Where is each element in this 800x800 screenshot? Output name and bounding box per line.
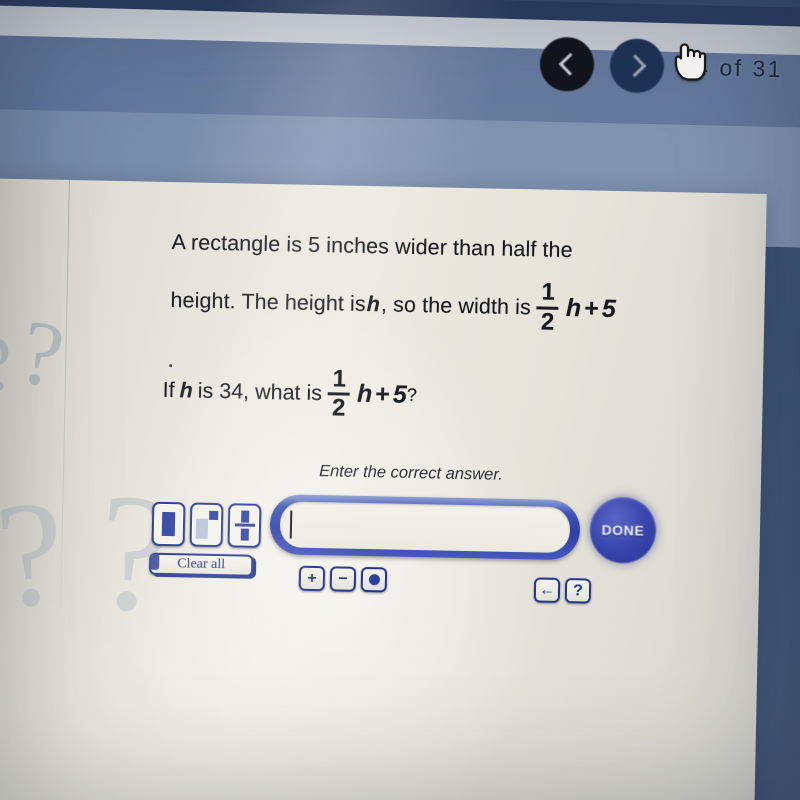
expression-variable: h [356,380,373,409]
clear-all-label: Clear all [177,556,226,573]
expression-operator: + [375,380,391,409]
previous-page-button[interactable] [539,36,595,92]
clear-all-button[interactable]: Clear all [148,552,254,577]
question-text-1: If [162,378,175,403]
pagination-controls: 24 of 31 [539,33,800,102]
variable-h: h [366,291,381,316]
answer-input[interactable] [279,501,571,554]
minus-icon: − [338,569,348,588]
text-caret [289,510,293,539]
instruction-label: Enter the correct answer. [318,462,503,484]
expression-constant: 5 [392,381,408,410]
math-template-palette [151,501,262,548]
chevron-right-icon [623,54,646,78]
expression-h-plus-5: h+5 [357,380,407,410]
done-button[interactable]: DONE [589,496,657,564]
plus-key[interactable]: + [298,565,326,592]
answer-field-container[interactable] [269,494,581,561]
lesson-content-card: ? ? ? ? A rectangle is 5 inches wider th… [0,178,767,800]
variable-h: h [179,378,194,403]
question-mark-icon: ? [572,581,584,599]
question-mark-suffix: ? [406,385,418,406]
screenshot-root: 24 of 31 ? ? ? ? A rectangle is 5 inches… [0,0,800,800]
problem-text-1: A rectangle is 5 inches wider than half … [171,230,573,263]
fraction-one-half: 1 2 [327,365,351,423]
fraction-one-half: 1 2 [536,278,559,336]
backspace-key[interactable]: ← [533,577,561,603]
question-prompt: If h is 34, what is 1 2 h+5 ? [162,364,417,423]
fraction-denominator: 2 [540,308,555,336]
done-label: DONE [601,521,645,539]
expression-constant: 5 [601,294,617,323]
question-mark-watermark: ? [11,299,72,408]
question-text-2: is 34, what is [197,379,323,406]
problem-text-2: height. The height is [170,287,367,316]
problem-text-3: , so the width is [380,291,532,319]
fraction-template-button[interactable] [227,503,262,548]
problem-line-1: A rectangle is 5 inches wider than half … [171,230,691,266]
fraction-numerator: 1 [541,278,556,307]
expression-h-plus-5: h+5 [566,294,617,324]
problem-statement: A rectangle is 5 inches wider than half … [170,230,692,356]
help-key[interactable]: ? [564,578,592,604]
problem-line-2: height. The height is h , so the width i… [170,273,691,337]
exponent-template-button[interactable] [189,502,224,548]
superscript-box-icon [195,510,218,539]
chevron-left-icon [558,52,581,76]
plus-icon: + [307,569,317,587]
next-page-button[interactable] [609,38,665,94]
edit-key-row: ← ? [533,577,592,604]
expression-variable: h [565,293,582,322]
box-template-button[interactable] [151,501,186,547]
decimal-point-icon [368,574,380,586]
fraction-box-icon [234,510,255,541]
fraction-numerator: 1 [332,365,347,393]
filled-box-icon [161,511,176,537]
expression-operator: + [583,293,600,323]
fraction-denominator: 2 [331,394,346,423]
pointing-hand-cursor [674,43,706,81]
backspace-icon: ← [538,581,556,599]
operator-key-row: + − [298,565,388,593]
question-mark-watermark: ? [0,468,71,640]
decimal-point-key[interactable] [360,566,388,593]
minus-key[interactable]: − [329,566,357,592]
